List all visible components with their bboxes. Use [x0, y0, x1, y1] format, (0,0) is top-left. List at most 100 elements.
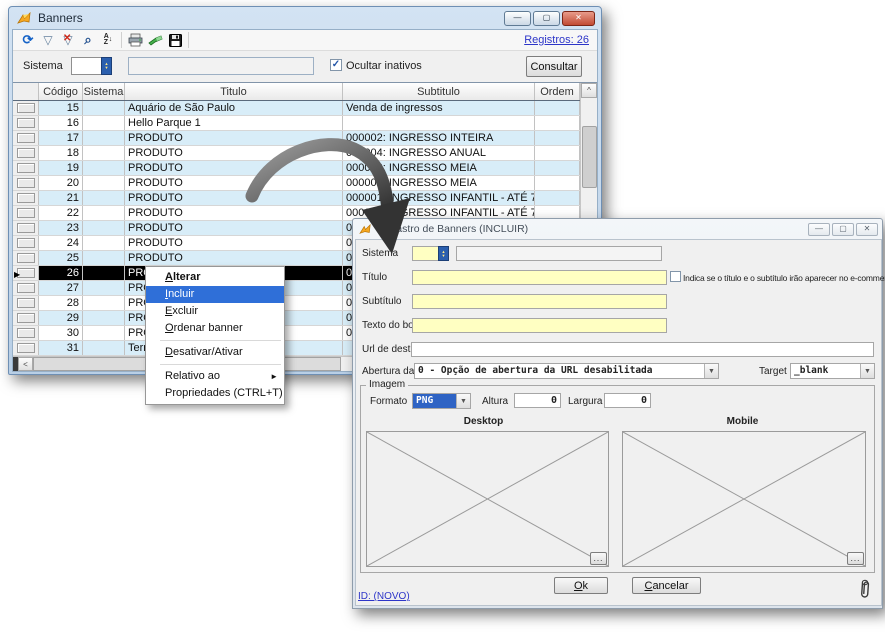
subtitulo-input[interactable]: [412, 294, 667, 309]
target-select[interactable]: _blank ▼: [790, 363, 875, 379]
print-icon[interactable]: [125, 31, 145, 49]
column-header-ordem[interactable]: Ordem: [535, 83, 580, 100]
vertical-scroll-thumb[interactable]: [582, 126, 597, 188]
close-button[interactable]: ✕: [562, 11, 595, 26]
sistema-spinner[interactable]: ▲▼: [438, 246, 449, 261]
column-header-codigo[interactable]: Código: [39, 83, 83, 100]
consultar-button[interactable]: Consultar: [526, 56, 582, 77]
mobile-browse-button[interactable]: ...: [847, 552, 864, 565]
minimize-button[interactable]: —: [504, 11, 531, 26]
save-icon[interactable]: [165, 31, 185, 49]
abertura-url-select[interactable]: 0 - Opção de abertura da URL desabilitad…: [414, 363, 719, 379]
url-destino-input[interactable]: [411, 342, 874, 357]
cell-codigo: 27: [39, 281, 83, 295]
context-menu: AlterarIncluirExcluirOrdenar banner Desat…: [145, 266, 285, 405]
scroll-up-icon[interactable]: ^: [581, 83, 597, 98]
cell-titulo: PRODUTO: [125, 206, 343, 220]
column-header-subtitulo[interactable]: Subtitulo: [343, 83, 535, 100]
refresh-icon[interactable]: ⟳: [18, 31, 38, 49]
subtitulo-label: Subtítulo: [362, 296, 401, 307]
cell-ordem: [535, 101, 580, 115]
cell-codigo: 15: [39, 101, 83, 115]
cell-sistema: [83, 161, 125, 175]
table-row[interactable]: 21PRODUTO000001: INGRESSO INFANTIL - ATÉ…: [13, 191, 580, 206]
maximize-button[interactable]: ▢: [832, 223, 854, 236]
cancelar-button[interactable]: Cancelar: [632, 577, 701, 594]
cadastro-titlebar[interactable]: Cadastro de Banners (INCLUIR) — ▢ ✕: [353, 219, 882, 239]
paperclip-icon[interactable]: [859, 579, 871, 601]
sistema-code-input[interactable]: [71, 57, 102, 75]
row-indicator: [13, 206, 39, 220]
cell-codigo: 26: [39, 266, 83, 280]
app-logo-icon: [17, 12, 32, 25]
minimize-button[interactable]: —: [808, 223, 830, 236]
largura-label: Largura: [568, 396, 602, 407]
ocultar-inativos-checkbox[interactable]: ✓: [330, 59, 342, 71]
ecommerce-checkbox[interactable]: ✓: [670, 271, 681, 282]
menu-item-desativar-ativar[interactable]: Desativar/Ativar: [146, 344, 284, 361]
sistema-name-input[interactable]: [128, 57, 314, 75]
cell-ordem: [535, 146, 580, 160]
cell-subtitulo: 000003: INGRESSO MEIA: [343, 176, 535, 190]
table-row[interactable]: 15Aquário de São PauloVenda de ingressos: [13, 101, 580, 116]
menu-item-propriedades[interactable]: Propriedades (CTRL+T): [146, 385, 284, 402]
table-row[interactable]: 19PRODUTO000003: INGRESSO MEIA: [13, 161, 580, 176]
cell-sistema: [83, 191, 125, 205]
altura-label: Altura: [482, 396, 508, 407]
formato-label: Formato: [370, 396, 407, 407]
row-indicator: [13, 311, 39, 325]
sistema-code-input[interactable]: [412, 246, 439, 261]
ok-button[interactable]: Ok: [554, 577, 608, 594]
sort-icon[interactable]: AZ ↓: [98, 31, 118, 49]
menu-separator: [160, 364, 281, 365]
row-indicator: [13, 161, 39, 175]
texto-botao-input[interactable]: [412, 318, 667, 333]
desktop-browse-button[interactable]: ...: [590, 552, 607, 565]
clean-icon[interactable]: [145, 31, 165, 49]
clear-filter-icon[interactable]: ▽✕: [58, 31, 78, 49]
column-header-titulo[interactable]: Titulo: [125, 83, 343, 100]
close-button[interactable]: ✕: [856, 223, 878, 236]
menu-item-ordenar-banner[interactable]: Ordenar banner: [146, 320, 284, 337]
titulo-input[interactable]: [412, 270, 667, 285]
toolbar-separator: [188, 32, 189, 48]
table-row[interactable]: 16Hello Parque 1: [13, 116, 580, 131]
find-icon[interactable]: ⌕: [78, 31, 98, 49]
sistema-label: Sistema: [23, 60, 63, 72]
cadastro-form: Sistema ▲▼ Título ✓ Indica se o título e…: [355, 239, 882, 606]
column-header-sistema[interactable]: Sistema: [83, 83, 125, 100]
maximize-button[interactable]: ▢: [533, 11, 560, 26]
altura-input[interactable]: 0: [514, 393, 561, 408]
toolbar: ⟳ ▽ ▽✕ ⌕ AZ ↓: [13, 30, 597, 51]
row-indicator: [13, 341, 39, 355]
grid-corner: [13, 83, 39, 100]
table-row[interactable]: 18PRODUTO000004: INGRESSO ANUAL: [13, 146, 580, 161]
menu-item-incluir[interactable]: Incluir: [146, 286, 284, 303]
cell-subtitulo: [343, 116, 535, 130]
desktop-image-placeholder[interactable]: ...: [366, 431, 609, 567]
mobile-label: Mobile: [619, 416, 866, 427]
chevron-down-icon: ▼: [456, 394, 470, 408]
menu-item-alterar[interactable]: Alterar: [146, 269, 284, 286]
largura-input[interactable]: 0: [604, 393, 651, 408]
menu-item-relativo-ao[interactable]: Relativo ao►: [146, 368, 284, 385]
ecommerce-checkbox-label: Indica se o título e o subtítulo irão ap…: [683, 273, 885, 283]
formato-select[interactable]: PNG ▼: [412, 393, 471, 409]
cell-codigo: 17: [39, 131, 83, 145]
cell-ordem: [535, 176, 580, 190]
row-indicator: [13, 296, 39, 310]
registros-link[interactable]: Registros: 26: [524, 34, 589, 46]
table-row[interactable]: 20PRODUTO000003: INGRESSO MEIA: [13, 176, 580, 191]
menu-item-excluir[interactable]: Excluir: [146, 303, 284, 320]
cell-ordem: [535, 191, 580, 205]
cell-codigo: 31: [39, 341, 83, 355]
sistema-name-input[interactable]: [456, 246, 662, 261]
filter-icon[interactable]: ▽: [38, 31, 58, 49]
table-row[interactable]: 17PRODUTO000002: INGRESSO INTEIRA: [13, 131, 580, 146]
scroll-left-icon[interactable]: <: [18, 357, 33, 371]
screenshot-canvas: { "colors": { "accent_link": "#2d35c8", …: [0, 0, 885, 642]
mobile-image-placeholder[interactable]: ...: [622, 431, 866, 567]
id-novo-link[interactable]: ID: (NOVO): [358, 591, 410, 602]
banners-titlebar[interactable]: Banners — ▢ ✕: [9, 7, 601, 29]
sistema-spinner[interactable]: ▲▼: [101, 57, 112, 75]
